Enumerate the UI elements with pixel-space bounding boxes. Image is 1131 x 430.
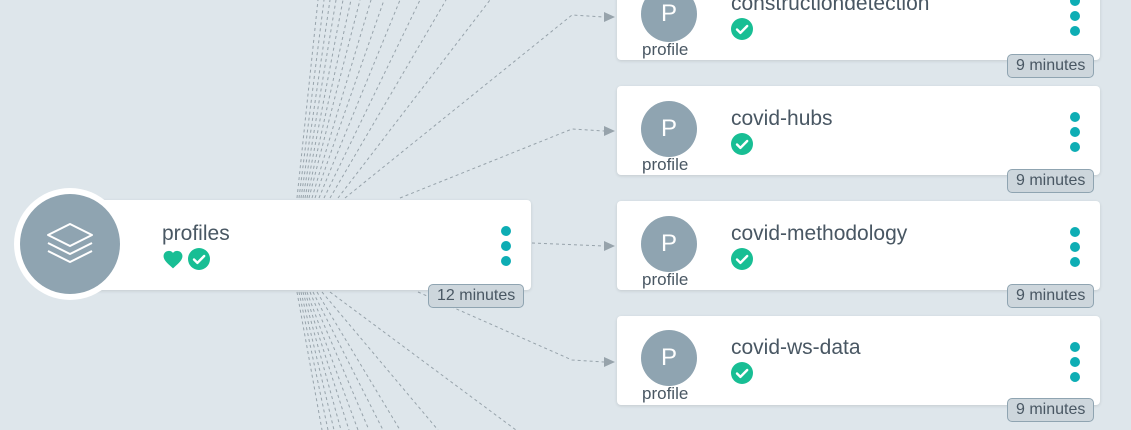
edge-covid-hubs — [399, 128, 605, 199]
resource-name: covid-methodology — [731, 222, 908, 245]
app-name: profiles — [162, 222, 230, 245]
check-circle-icon — [731, 362, 753, 384]
resource-age-badge: 9 minutes — [1007, 284, 1095, 308]
check-circle-icon — [731, 18, 753, 40]
check-circle-icon — [731, 133, 753, 155]
resource-name: covid-ws-data — [731, 336, 861, 359]
layers-icon — [20, 194, 120, 294]
arrowhead — [604, 12, 615, 22]
kind-icon-profile: P — [641, 101, 697, 157]
edge-constructiondetection — [344, 14, 605, 199]
app-icon-wrapper — [14, 188, 126, 300]
arrowhead — [604, 357, 615, 367]
resource-menu-button[interactable] — [1067, 342, 1083, 382]
app-menu-button[interactable] — [498, 226, 514, 266]
app-status-icons — [162, 248, 210, 275]
kind-icon-profile: P — [641, 216, 697, 272]
app-age-badge: 12 minutes — [428, 284, 525, 308]
check-circle-icon — [188, 248, 210, 275]
resource-age-badge: 9 minutes — [1007, 398, 1095, 422]
edge-covid-methodology — [531, 242, 605, 247]
arrowhead — [604, 126, 615, 136]
kind-label: profile — [642, 40, 689, 59]
kind-label: profile — [642, 155, 689, 174]
resource-name: covid-hubs — [731, 107, 833, 130]
resource-menu-button[interactable] — [1067, 227, 1083, 267]
kind-label: profile — [642, 270, 689, 289]
kind-label: profile — [642, 384, 689, 403]
resource-name: constructiondetection — [731, 0, 930, 15]
resource-menu-button[interactable] — [1067, 0, 1083, 36]
heart-icon — [162, 249, 184, 274]
arrowhead — [604, 241, 615, 251]
check-circle-icon — [731, 248, 753, 270]
resource-age-badge: 9 minutes — [1007, 54, 1095, 78]
resource-age-badge: 9 minutes — [1007, 169, 1095, 193]
resource-menu-button[interactable] — [1067, 112, 1083, 152]
kind-icon-profile: P — [641, 330, 697, 386]
app-node-profiles[interactable]: profiles — [70, 200, 531, 290]
